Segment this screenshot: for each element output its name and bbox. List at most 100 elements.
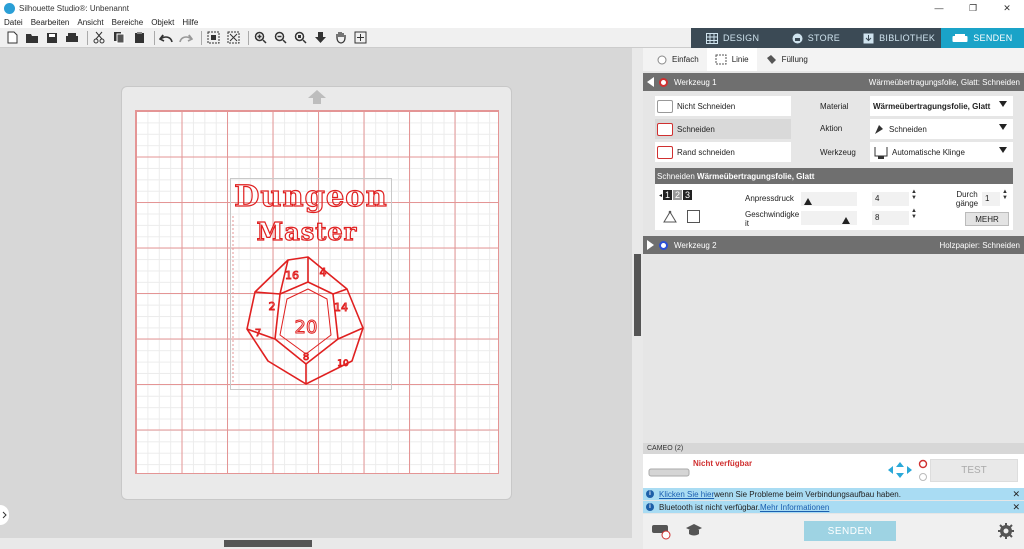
blade-icon <box>875 124 883 134</box>
maximize-button[interactable]: ❐ <box>956 0 990 16</box>
menu-hilfe[interactable]: Hilfe <box>182 18 198 27</box>
design-text-dungeon[interactable]: Dungeon <box>234 178 388 213</box>
chevron-down-icon <box>999 147 1007 153</box>
ungroup-icon[interactable] <box>225 30 241 46</box>
menu-bearbeiten[interactable]: Bearbeiten <box>31 18 70 27</box>
test-button[interactable]: TEST <box>930 459 1018 482</box>
send-mode-tabs: Einfach Linie Füllung <box>643 48 1024 71</box>
mehr-button[interactable]: MEHR <box>965 212 1009 226</box>
close-button[interactable]: ✕ <box>990 0 1024 16</box>
vertical-scrollbar[interactable] <box>632 48 643 538</box>
geschwindigkeit-slider[interactable] <box>801 211 857 225</box>
geschwindigkeit-input[interactable]: 8 <box>872 211 909 225</box>
close-icon[interactable]: ✕ <box>1012 489 1020 500</box>
zoom-out-icon[interactable] <box>272 30 288 46</box>
vertical-scroll-thumb[interactable] <box>634 254 641 336</box>
zoom-selection-icon[interactable] <box>292 30 308 46</box>
checkbox[interactable] <box>687 210 700 223</box>
expand-left-panel-button[interactable] <box>0 505 9 525</box>
gear-icon[interactable] <box>998 523 1014 539</box>
stepper-icon[interactable]: ▲ ▼ <box>1002 189 1008 201</box>
device-header: CAMEO (2) <box>643 443 1024 454</box>
tab-linie[interactable]: Linie <box>706 48 757 71</box>
tab-design[interactable]: DESIGN <box>691 28 774 48</box>
toolbar-divider <box>154 30 155 45</box>
blade-depth-3[interactable]: 3 <box>683 190 693 200</box>
menu-ansicht[interactable]: Ansicht <box>77 18 103 27</box>
autoblade-icon <box>874 147 888 159</box>
tutorial-hat-icon[interactable] <box>685 522 703 538</box>
paste-icon[interactable] <box>131 30 147 46</box>
menu-bereiche[interactable]: Bereiche <box>112 18 144 27</box>
option-nicht-schneiden[interactable]: Nicht Schneiden <box>655 96 791 116</box>
cut-settings-header: Schneiden Wärmeübertragungsfolie, Glatt <box>655 168 1013 184</box>
radio-icon[interactable] <box>918 459 928 483</box>
bluetooth-notice: i Bluetooth ist nicht verfügbar. Mehr In… <box>643 501 1024 513</box>
tab-bibliothek[interactable]: BIBLIOTHEK <box>858 28 941 48</box>
blade-depth-2[interactable]: 2 <box>673 190 683 200</box>
pan-hand-icon[interactable] <box>332 30 348 46</box>
die-number-16: 16 <box>285 269 299 282</box>
expand-arrow-icon <box>647 240 654 250</box>
blade-depth-1[interactable]: 1 <box>663 190 673 200</box>
anpressdruck-slider[interactable] <box>801 192 857 206</box>
connection-help-notice: i Klicken Sie hier wenn Sie Probleme bei… <box>643 488 1024 500</box>
print-icon[interactable] <box>64 30 80 46</box>
stepper-icon[interactable]: ▲ ▼ <box>911 208 917 220</box>
tab-einfach[interactable]: Einfach <box>649 48 707 71</box>
new-file-icon[interactable] <box>4 30 20 46</box>
tab-fuellung[interactable]: Füllung <box>757 48 816 71</box>
horizontal-scroll-thumb[interactable] <box>224 540 312 547</box>
tool2-color-icon <box>659 240 668 250</box>
tab-senden[interactable]: SENDEN <box>940 28 1024 48</box>
menu-objekt[interactable]: Objekt <box>151 18 174 27</box>
stepper-icon[interactable]: ▲ ▼ <box>911 189 917 201</box>
tool2-header[interactable]: Werkzeug 2 Holzpapier: Schneiden <box>643 236 1024 254</box>
aktion-select[interactable]: Schneiden <box>870 119 1013 139</box>
close-icon[interactable]: ✕ <box>1012 502 1020 513</box>
slider-handle-icon[interactable] <box>804 198 812 205</box>
tab-store[interactable]: STORE <box>774 28 857 48</box>
werkzeug-select[interactable]: Automatische Klinge <box>870 142 1013 162</box>
undo-icon[interactable] <box>158 30 174 46</box>
blade-depth-selector[interactable]: ◂ 1 2 3 <box>659 190 693 200</box>
durchgaenge-input[interactable]: 1 <box>982 192 1000 206</box>
zoom-in-icon[interactable] <box>252 30 268 46</box>
design-selection[interactable]: Dungeon Master 20 16 4 2 14 7 8 10 <box>230 178 392 390</box>
scissors-icon[interactable] <box>91 30 107 46</box>
feed-direction-arrow-icon <box>308 90 326 104</box>
material-value: Wärmeübertragungsfolie, Glatt <box>873 101 991 111</box>
material-select[interactable]: Wärmeübertragungsfolie, Glatt <box>870 96 1013 116</box>
main-toolbar <box>0 28 691 48</box>
option-schneiden-label: Schneiden <box>677 124 715 134</box>
horizontal-scrollbar[interactable] <box>0 538 643 549</box>
tool1-summary: Wärmeübertragungsfolie, Glatt: Schneiden <box>868 77 1020 87</box>
aktion-value: Schneiden <box>889 124 927 134</box>
slider-handle-icon[interactable] <box>842 217 850 224</box>
copy-icon[interactable] <box>111 30 127 46</box>
send-queue-icon[interactable] <box>651 522 671 540</box>
option-rand-schneiden[interactable]: Rand schneiden <box>655 142 791 162</box>
line-icon <box>715 54 727 65</box>
open-folder-icon[interactable] <box>24 30 40 46</box>
send-button[interactable]: SENDEN <box>804 521 896 541</box>
minimize-button[interactable]: — <box>922 0 956 16</box>
option-schneiden[interactable]: Schneiden <box>655 119 791 139</box>
save-icon[interactable] <box>44 30 60 46</box>
move-arrows-icon[interactable] <box>887 461 913 479</box>
menu-bar: Datei Bearbeiten Ansicht Bereiche Objekt… <box>0 16 1024 28</box>
app-icon <box>4 2 15 14</box>
design-text-master[interactable]: Master <box>256 216 358 246</box>
cut-header-prefix: Schneiden <box>657 171 695 181</box>
menu-datei[interactable]: Datei <box>4 18 23 27</box>
help-link[interactable]: Klicken Sie hier <box>659 490 714 499</box>
add-page-icon[interactable] <box>352 30 368 46</box>
redo-icon[interactable] <box>178 30 194 46</box>
tool1-header[interactable]: Werkzeug 1 Wärmeübertragungsfolie, Glatt… <box>643 73 1024 91</box>
more-info-link[interactable]: Mehr Informationen <box>760 503 829 512</box>
anpressdruck-input[interactable]: 4 <box>872 192 909 206</box>
grid-icon <box>705 32 718 44</box>
group-icon[interactable] <box>205 30 221 46</box>
fit-to-page-icon[interactable] <box>312 30 328 46</box>
tab-bibliothek-label: BIBLIOTHEK <box>879 33 936 43</box>
